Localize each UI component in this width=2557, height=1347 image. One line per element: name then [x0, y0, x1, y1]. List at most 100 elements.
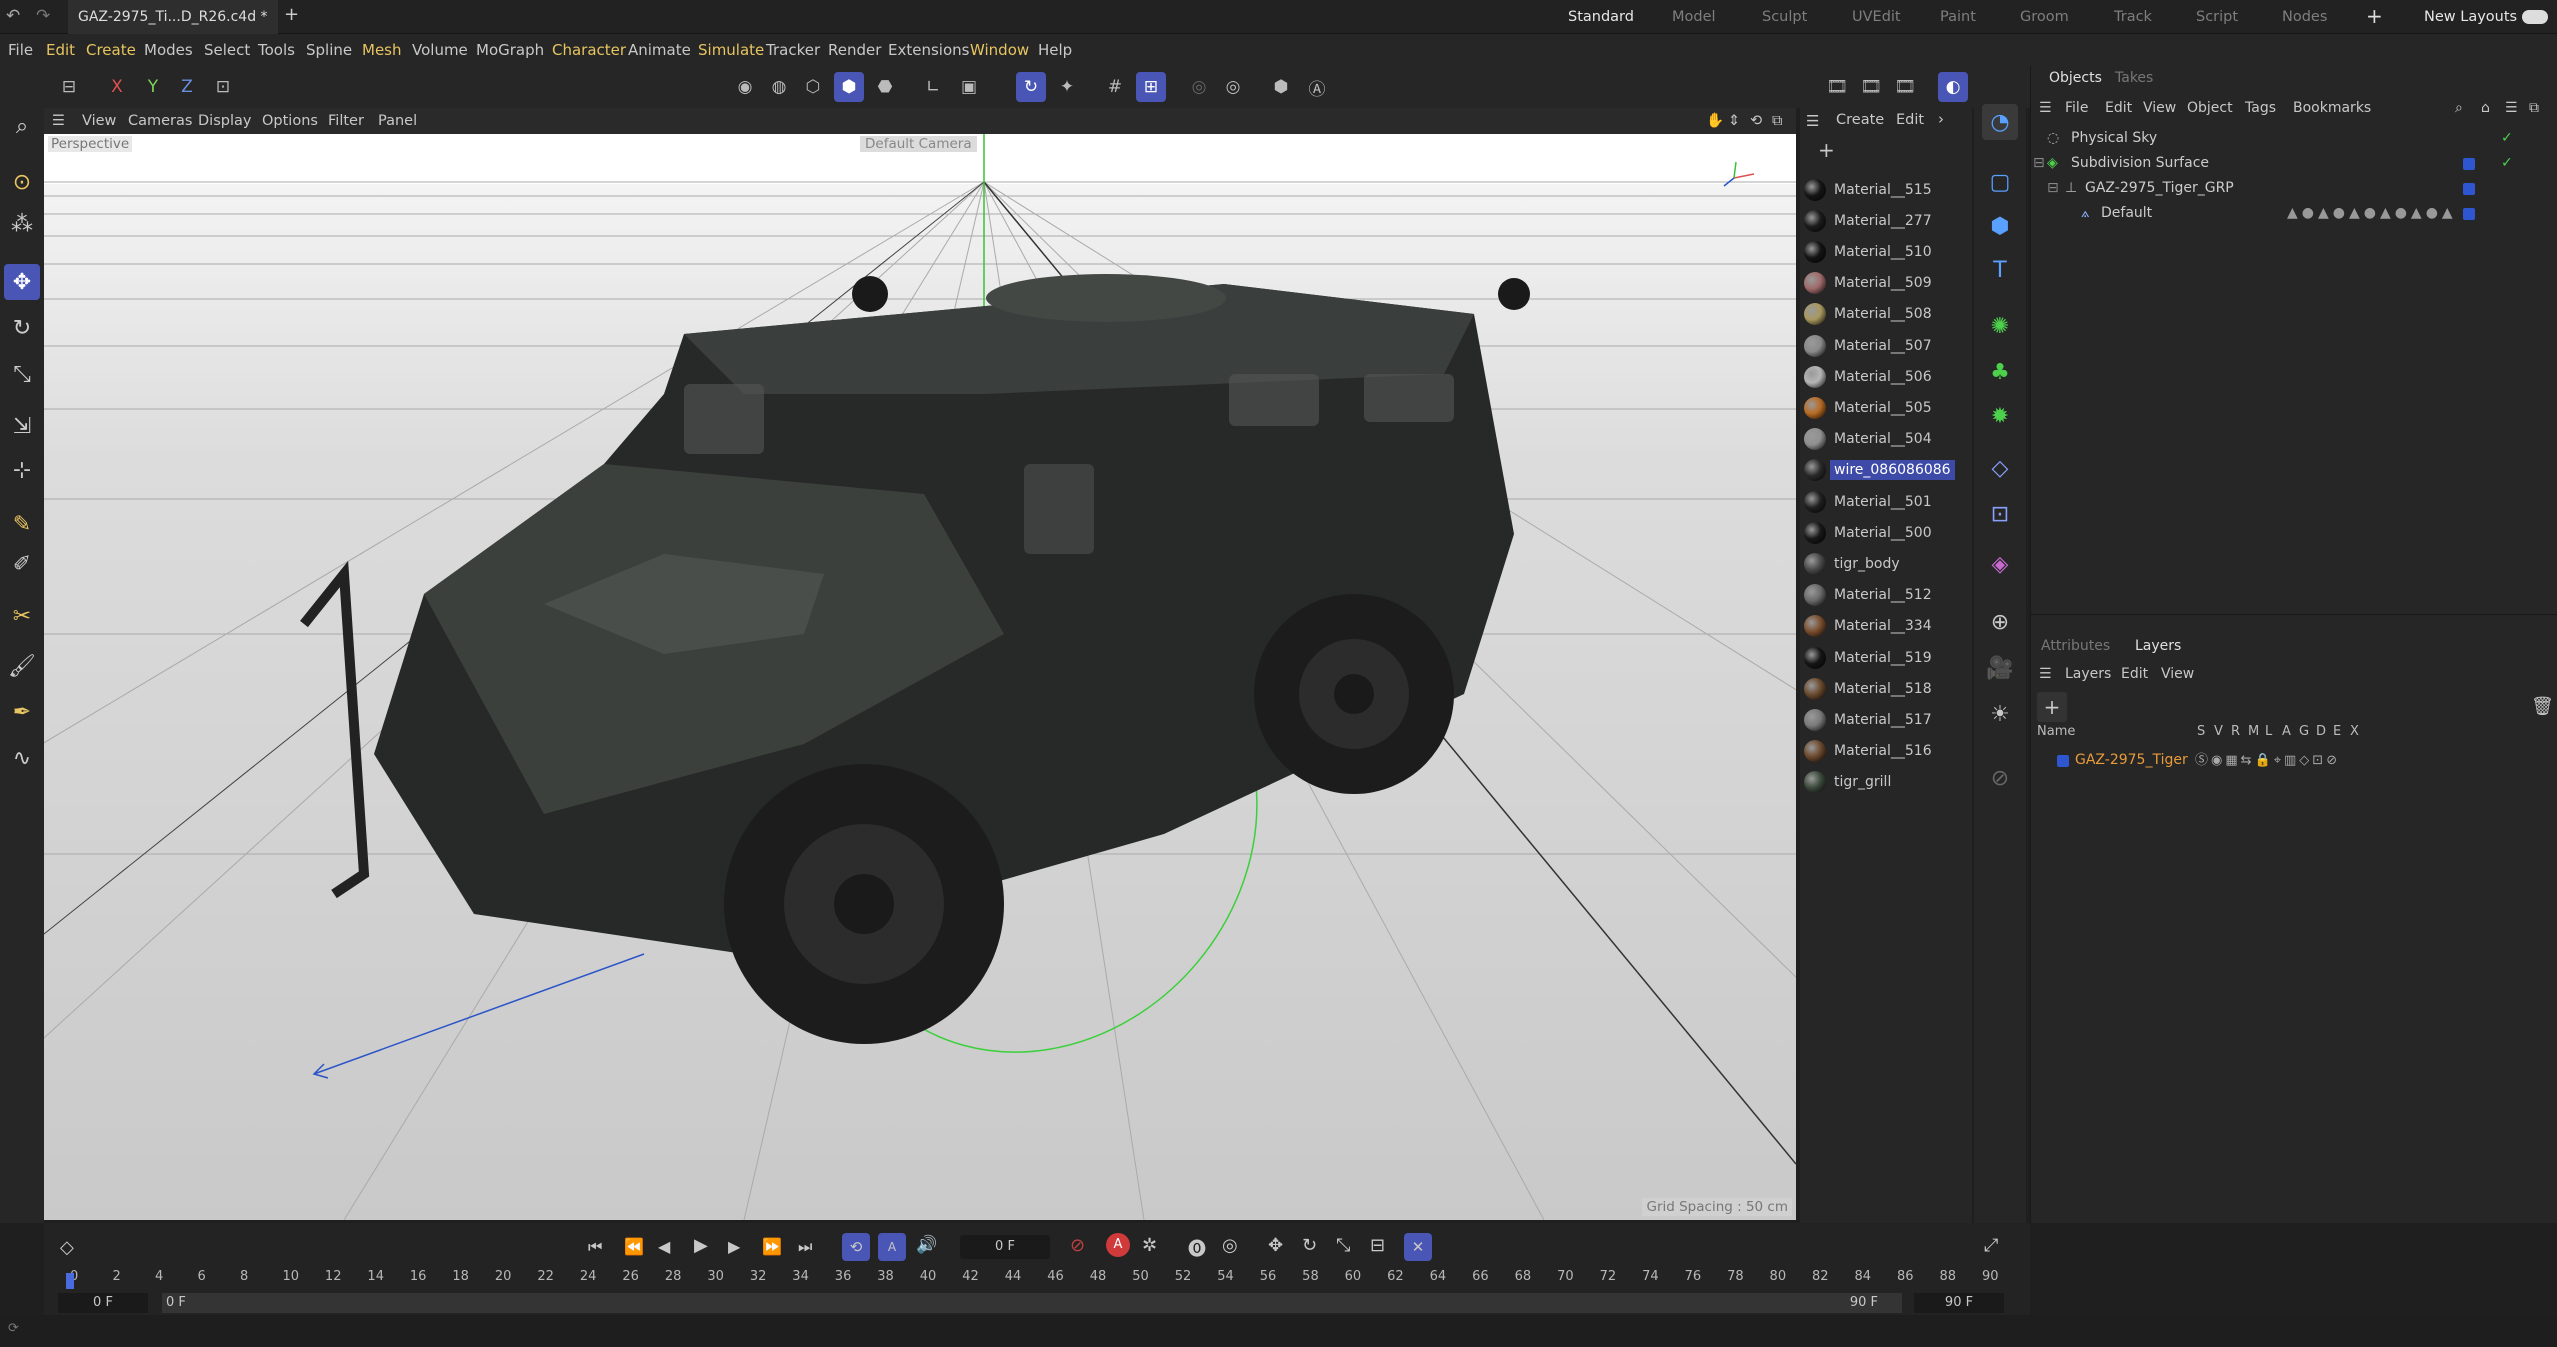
- material-item[interactable]: Material__512: [1804, 580, 1968, 611]
- layer-name[interactable]: GAZ-2975_Tiger: [2075, 748, 2188, 773]
- menu-animate[interactable]: Animate: [628, 34, 691, 66]
- material-hamburger-icon[interactable]: ☰: [1806, 112, 1819, 130]
- material-item[interactable]: Material__517: [1804, 704, 1968, 735]
- tab-layers[interactable]: Layers: [2135, 638, 2181, 654]
- menu-mograph[interactable]: MoGraph: [476, 34, 544, 66]
- camera-object-icon[interactable]: ◔: [1982, 104, 2018, 140]
- grid-snap-icon[interactable]: ⊞: [1136, 72, 1166, 102]
- spline-object-icon[interactable]: ◈: [1982, 546, 2018, 582]
- material-item[interactable]: Material__277: [1804, 205, 1968, 236]
- key-rotation-icon[interactable]: ◎: [1222, 1235, 1238, 1256]
- key-move-icon[interactable]: ✥: [1268, 1235, 1283, 1256]
- key-pla-icon[interactable]: ✕: [1404, 1233, 1432, 1261]
- material-item[interactable]: Material__515: [1804, 174, 1968, 205]
- object-menu-edit[interactable]: Edit: [2105, 100, 2132, 116]
- go-to-end-icon[interactable]: ⏭: [798, 1237, 812, 1257]
- scale-points-icon[interactable]: ⁂: [4, 206, 40, 242]
- check-icon[interactable]: ✓: [2501, 151, 2513, 176]
- key-scale-icon[interactable]: ⤡: [1336, 1235, 1350, 1256]
- object-menu-file[interactable]: File: [2065, 100, 2088, 116]
- maximize-view-icon[interactable]: ⧉: [1772, 108, 1782, 134]
- material-item[interactable]: Material__516: [1804, 736, 1968, 767]
- menu-help[interactable]: Help: [1038, 34, 1072, 66]
- dolly-icon[interactable]: ⇕: [1728, 108, 1740, 134]
- menu-modes[interactable]: Modes: [144, 34, 193, 66]
- material-item[interactable]: Material__508: [1804, 299, 1968, 330]
- tree-row-default[interactable]: ⟑ Default ▲●▲●▲●▲●▲●▲: [2031, 201, 2557, 226]
- tab-attributes[interactable]: Attributes: [2041, 638, 2110, 654]
- rotate-icon[interactable]: ↻: [4, 310, 40, 346]
- spline-pen-icon[interactable]: ✎: [4, 506, 40, 542]
- range-bar[interactable]: 0 F 90 F: [162, 1293, 1902, 1313]
- current-frame-field[interactable]: 0 F: [960, 1235, 1050, 1259]
- tab-takes[interactable]: Takes: [2115, 70, 2153, 86]
- add-material-icon[interactable]: +: [1818, 138, 1835, 162]
- end-frame-field[interactable]: 90 F: [1914, 1293, 2004, 1313]
- add-layer-button[interactable]: +: [2037, 692, 2067, 722]
- layers-hamburger-icon[interactable]: ☰: [2039, 666, 2052, 682]
- render-queue-icon[interactable]: 🎞: [1890, 72, 1920, 102]
- menu-extensions[interactable]: Extensions: [888, 34, 969, 66]
- layers-menu-layers[interactable]: Layers: [2065, 666, 2111, 682]
- auto-keyframe-range-icon[interactable]: A: [878, 1233, 906, 1261]
- material-item[interactable]: tigr_body: [1804, 548, 1968, 579]
- toggle-switch-icon[interactable]: [2522, 10, 2548, 24]
- viewport-menu-filter[interactable]: Filter: [328, 108, 364, 134]
- undo-icon[interactable]: ↶: [6, 6, 20, 26]
- material-item[interactable]: wire_086086086: [1804, 455, 1968, 486]
- object-menu-object[interactable]: Object: [2187, 100, 2233, 116]
- spline-smooth-icon[interactable]: ∿: [4, 740, 40, 776]
- edges-mode-icon[interactable]: ◍: [764, 72, 794, 102]
- film-icon[interactable]: 🎞: [1822, 72, 1852, 102]
- menu-mesh[interactable]: Mesh: [362, 34, 402, 66]
- tweak-icon[interactable]: ✦: [1052, 72, 1082, 102]
- document-tab[interactable]: GAZ-2975_Ti...D_R26.c4d *: [68, 0, 278, 34]
- menu-tracker[interactable]: Tracker: [766, 34, 820, 66]
- material-item[interactable]: Material__509: [1804, 268, 1968, 299]
- layer-color-icon[interactable]: [2057, 755, 2069, 767]
- render-active-icon[interactable]: 🎞: [1856, 72, 1886, 102]
- viewport-menu-display[interactable]: Display: [198, 108, 251, 134]
- viewport-hamburger-icon[interactable]: ☰: [52, 108, 65, 134]
- frame-ruler[interactable]: 0 2 4 6 8 10 12 14 16 18 20 22 24 26 28 30 32 34 36 38 40 42 4…: [70, 1269, 2010, 1289]
- tree-row-tiger-grp[interactable]: ⊟ ⊥ GAZ-2975_Tiger_GRP: [2031, 176, 2557, 201]
- playhead[interactable]: [66, 1273, 74, 1289]
- layout-tab-groom[interactable]: Groom: [2020, 0, 2069, 34]
- layers-menu-edit[interactable]: Edit: [2121, 666, 2148, 682]
- uv-mode-icon[interactable]: ⬣: [870, 72, 900, 102]
- record-icon[interactable]: ⊘: [1070, 1235, 1085, 1256]
- new-layouts-button[interactable]: New Layouts: [2424, 0, 2517, 34]
- menu-render[interactable]: Render: [828, 34, 881, 66]
- pen-icon[interactable]: ✒: [4, 694, 40, 730]
- object-menu-tags[interactable]: Tags: [2245, 100, 2276, 116]
- polygons-mode-icon[interactable]: ⬡: [798, 72, 828, 102]
- new-tab-button[interactable]: +: [284, 4, 299, 25]
- knife-icon[interactable]: ✂: [4, 598, 40, 634]
- menu-simulate[interactable]: Simulate: [698, 34, 764, 66]
- layout-tab-nodes[interactable]: Nodes: [2282, 0, 2327, 34]
- layer-toggle-icons[interactable]: Ⓢ◉▦⇆🔒⌖▥◇⊡⊘: [2195, 748, 2340, 773]
- layout-tab-standard[interactable]: Standard: [1568, 0, 1634, 34]
- layout-tab-uvedit[interactable]: UVEdit: [1852, 0, 1901, 34]
- material-tags[interactable]: ▲●▲●▲●▲●▲●▲: [2287, 201, 2457, 226]
- render-view-icon[interactable]: ⊟: [54, 72, 84, 102]
- material-menu-create[interactable]: Create: [1836, 112, 1884, 128]
- material-item[interactable]: Material__500: [1804, 517, 1968, 548]
- snap-icon[interactable]: #: [1100, 72, 1130, 102]
- layout-tab-paint[interactable]: Paint: [1940, 0, 1976, 34]
- solo-mode-icon[interactable]: ▣: [954, 72, 984, 102]
- menu-window[interactable]: Window: [970, 34, 1029, 66]
- interactive-render-icon[interactable]: ◐: [1938, 72, 1968, 102]
- menu-character[interactable]: Character: [552, 34, 626, 66]
- autokey-icon[interactable]: A: [1106, 1233, 1130, 1257]
- start-frame-field[interactable]: 0 F: [58, 1293, 148, 1313]
- viewport-camera-label[interactable]: Default Camera: [860, 136, 977, 152]
- menu-edit[interactable]: Edit: [46, 34, 75, 66]
- live-selection-icon[interactable]: ↻: [1016, 72, 1046, 102]
- layout-tab-script[interactable]: Script: [2196, 0, 2238, 34]
- material-item[interactable]: Material__501: [1804, 486, 1968, 517]
- material-item[interactable]: Material__510: [1804, 236, 1968, 267]
- render-region-icon[interactable]: ◎: [1184, 72, 1214, 102]
- cloner-icon[interactable]: ♣: [1982, 354, 2018, 390]
- axis-z-toggle[interactable]: Z: [172, 72, 202, 102]
